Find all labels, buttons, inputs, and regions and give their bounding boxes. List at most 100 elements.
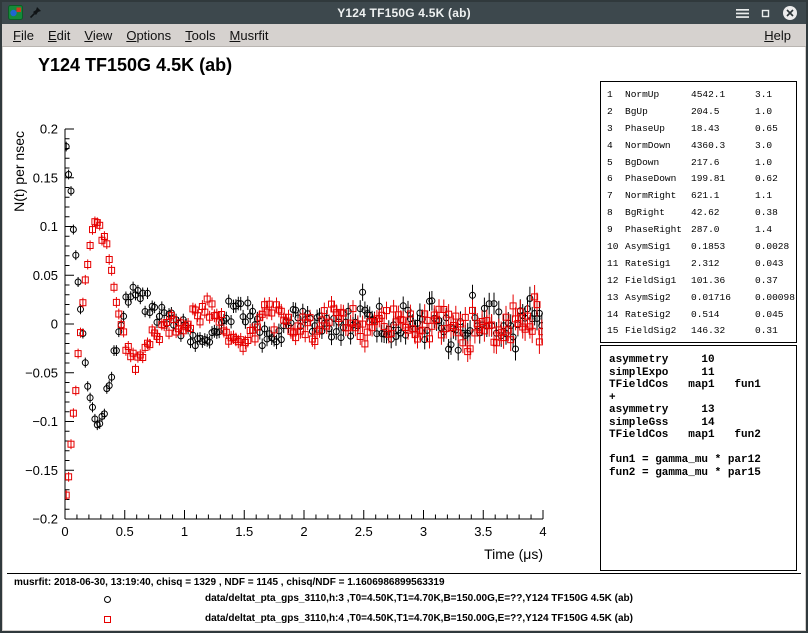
parameter-val: 42.62	[691, 205, 755, 222]
parameter-err: 0.0028	[755, 239, 796, 256]
parameter-no: 6	[607, 171, 625, 188]
svg-text:−0.2: −0.2	[32, 512, 58, 527]
svg-text:0.05: 0.05	[33, 268, 58, 283]
parameter-row: 8BgRight42.620.38	[607, 205, 796, 222]
svg-text:3.5: 3.5	[474, 524, 492, 539]
parameter-no: 1	[607, 87, 625, 104]
parameter-row: 5BgDown217.61.0	[607, 155, 796, 172]
parameter-row: 7NormRight621.11.1	[607, 188, 796, 205]
series-h3	[63, 142, 545, 430]
svg-text:2.5: 2.5	[355, 524, 373, 539]
parameter-err: 3.0	[755, 138, 796, 155]
theory-line: asymmetry 13	[609, 404, 796, 417]
parameter-name: NormUp	[625, 87, 691, 104]
root-canvas: Y124 TF150G 4.5K (ab) 0 0.5 1 1.5 2 2.5 3 3.5 4 −…	[3, 47, 805, 630]
menu-view[interactable]: View	[77, 25, 119, 46]
menu-tools[interactable]: Tools	[178, 25, 222, 46]
svg-text:1.5: 1.5	[235, 524, 253, 539]
axis-frame	[65, 129, 543, 519]
parameter-row: 4NormDown4360.33.0	[607, 138, 796, 155]
parameter-err: 1.4	[755, 222, 796, 239]
close-icon	[782, 5, 798, 21]
parameter-row: 6PhaseDown199.810.62	[607, 171, 796, 188]
parameter-row: 2BgUp204.51.0	[607, 104, 796, 121]
parameter-err: 0.00098	[755, 290, 796, 307]
menu-edit[interactable]: Edit	[41, 25, 77, 46]
parameter-row: 1NormUp4542.13.1	[607, 87, 796, 104]
parameter-err: 0.37	[755, 273, 796, 290]
svg-text:1: 1	[181, 524, 188, 539]
musr-spectrum-plot[interactable]: 00.511.522.533.54−0.2−0.15−0.1−0.0500.05…	[5, 83, 585, 575]
menu-list: FileEditViewOptionsToolsMusrfit	[2, 25, 276, 46]
svg-text:0.5: 0.5	[116, 524, 134, 539]
parameter-row: 11RateSig12.3120.043	[607, 256, 796, 273]
svg-text:0.2: 0.2	[40, 122, 58, 137]
parameter-name: NormDown	[625, 138, 691, 155]
parameter-val: 204.5	[691, 104, 755, 121]
svg-text:−0.05: −0.05	[25, 365, 58, 380]
parameter-err: 1.0	[755, 155, 796, 172]
parameter-no: 14	[607, 307, 625, 324]
parameter-val: 2.312	[691, 256, 755, 273]
parameter-row: 3PhaseUp18.430.65	[607, 121, 796, 138]
parameter-err: 0.045	[755, 307, 796, 324]
parameter-no: 5	[607, 155, 625, 172]
parameter-no: 12	[607, 273, 625, 290]
legend-entry: data/deltat_pta_gps_3110,h:3 ,T0=4.50K,T…	[3, 593, 805, 609]
svg-text:3: 3	[420, 524, 427, 539]
parameter-val: 217.6	[691, 155, 755, 172]
close-button[interactable]	[782, 5, 798, 21]
parameter-val: 199.81	[691, 171, 755, 188]
minimize-icon	[760, 8, 771, 19]
parameter-no: 7	[607, 188, 625, 205]
parameter-no: 2	[607, 104, 625, 121]
theory-line: fun1 = gamma_mu * par12	[609, 454, 796, 467]
parameter-name: PhaseUp	[625, 121, 691, 138]
parameter-row: 14RateSig20.5140.045	[607, 307, 796, 324]
menu-options[interactable]: Options	[119, 25, 178, 46]
parameter-val: 146.32	[691, 323, 755, 340]
parameter-val: 4542.1	[691, 87, 755, 104]
parameter-no: 9	[607, 222, 625, 239]
svg-text:0: 0	[61, 524, 68, 539]
parameter-val: 0.1853	[691, 239, 755, 256]
titlebar[interactable]: Y124 TF150G 4.5K (ab)	[2, 2, 806, 24]
svg-text:0.1: 0.1	[40, 219, 58, 234]
parameter-err: 0.38	[755, 205, 796, 222]
minimize-button[interactable]	[760, 8, 771, 19]
parameter-row: 10AsymSig10.18530.0028	[607, 239, 796, 256]
theory-line: TFieldCos map1 fun2	[609, 429, 796, 442]
page-title: Y124 TF150G 4.5K (ab)	[38, 55, 232, 76]
hamburger-icon	[736, 8, 749, 19]
parameter-err: 1.0	[755, 104, 796, 121]
parameter-no: 10	[607, 239, 625, 256]
parameter-no: 11	[607, 256, 625, 273]
parameter-val: 0.514	[691, 307, 755, 324]
svg-text:2: 2	[300, 524, 307, 539]
parameter-name: BgRight	[625, 205, 691, 222]
app-icon	[8, 5, 23, 25]
parameter-name: BgDown	[625, 155, 691, 172]
parameter-row: 13AsymSig20.017160.00098	[607, 290, 796, 307]
parameter-val: 287.0	[691, 222, 755, 239]
parameter-box: 1NormUp4542.13.12BgUp204.51.03PhaseUp18.…	[600, 81, 797, 343]
window-menu-button[interactable]	[736, 8, 749, 19]
pin-icon[interactable]	[29, 6, 42, 24]
legend-entry: data/deltat_pta_gps_3110,h:4 ,T0=4.50K,T…	[3, 613, 805, 629]
parameter-name: FieldSig1	[625, 273, 691, 290]
theory-line: simplExpo 11	[609, 367, 796, 380]
menu-file[interactable]: File	[6, 25, 41, 46]
menu-help[interactable]: Help	[757, 25, 798, 46]
parameter-name: PhaseDown	[625, 171, 691, 188]
parameter-name: PhaseRight	[625, 222, 691, 239]
parameter-row: 9PhaseRight287.01.4	[607, 222, 796, 239]
svg-text:−0.1: −0.1	[32, 414, 58, 429]
svg-text:4: 4	[539, 524, 546, 539]
svg-text:0: 0	[51, 317, 58, 332]
circle-marker-icon	[104, 596, 111, 603]
parameter-val: 18.43	[691, 121, 755, 138]
menu-musrfit[interactable]: Musrfit	[223, 25, 276, 46]
theory-box: asymmetry 10simplExpo 11TFieldCos map1 f…	[600, 345, 797, 571]
parameter-row: 12FieldSig1101.360.37	[607, 273, 796, 290]
theory-line: simpleGss 14	[609, 417, 796, 430]
